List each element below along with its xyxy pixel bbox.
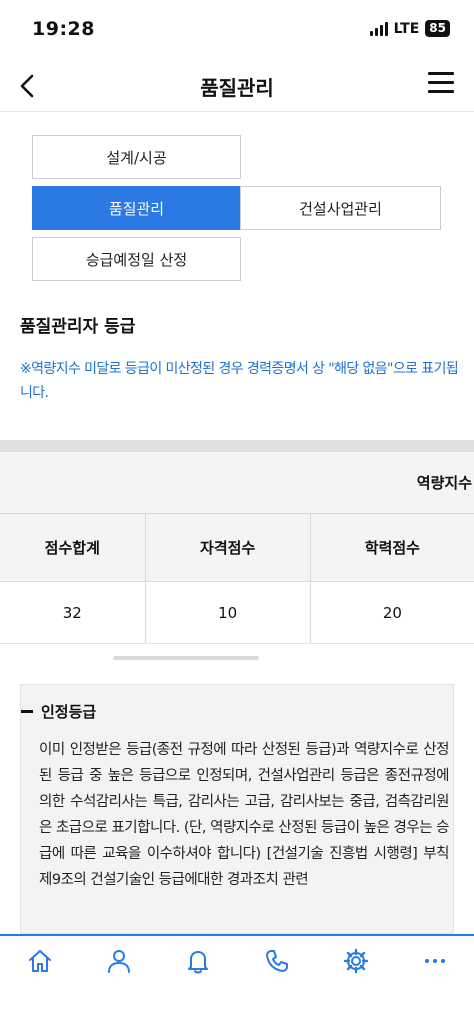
home-icon: [28, 950, 51, 972]
tab-construction-management[interactable]: 건설사업관리: [240, 186, 441, 230]
info-title: 인정등급: [41, 703, 97, 721]
status-bar: 19:28 LTE 85: [0, 0, 474, 60]
page-title: 품질관리: [200, 76, 274, 100]
home-indicator-area: [0, 986, 474, 1026]
gear-icon: [343, 948, 368, 974]
more-icon: [424, 959, 445, 963]
hamburger-menu-icon: [428, 72, 454, 75]
nav-notifications[interactable]: [158, 936, 237, 986]
phone-icon: [265, 950, 288, 972]
tab-label: 승급예정일 산정: [85, 250, 188, 269]
nav-more[interactable]: [395, 936, 474, 986]
group-header-label: 역량지수: [416, 474, 472, 492]
info-body: 이미 인정받은 등급(종전 규정에 따라 산정된 등급)과 역량지수로 산정된 …: [39, 742, 450, 888]
dash-icon: [21, 710, 33, 713]
column-header-education: 학력점수: [364, 539, 420, 557]
nav-home[interactable]: [0, 936, 79, 986]
column-header-total: 점수합계: [0, 514, 146, 581]
tab-label: 품질관리: [108, 199, 165, 218]
user-icon: [107, 950, 130, 973]
status-time: 19:28: [32, 18, 95, 40]
table-header-row: 점수합계 자격점수 학력점수: [0, 514, 474, 582]
info-box: 인정등급 이미 인정받은 등급(종전 규정에 따라 산정된 등급)과 역량지수로…: [20, 684, 454, 934]
nav-settings[interactable]: [316, 936, 395, 986]
network-label: LTE: [393, 20, 420, 37]
bottom-nav: [0, 934, 474, 986]
battery-icon: 85: [425, 20, 450, 37]
tab-quality-management[interactable]: 품질관리: [32, 186, 241, 230]
notice-text: ※역량지수 미달로 등급이 미산정된 경우 경력증명서 상 "해당 없음"으로 …: [20, 361, 459, 401]
tab-label: 건설사업관리: [299, 199, 382, 218]
app-header: 품질관리: [0, 60, 474, 112]
table-row: 32 10 20: [0, 582, 474, 644]
nav-call[interactable]: [237, 936, 316, 986]
cell-qualification: 10: [146, 582, 311, 643]
table-group-header: 역량지수: [0, 452, 474, 514]
column-header-qualification: 자격점수: [146, 514, 311, 581]
signal-icon: [369, 21, 388, 36]
section-title: 품질관리자 등급: [20, 317, 136, 337]
info-header: 인정등급: [21, 701, 96, 722]
status-indicators: LTE 85: [369, 20, 450, 37]
menu-button[interactable]: [428, 72, 458, 98]
bell-icon: [187, 951, 208, 974]
tab-design-construction[interactable]: 설계/시공: [32, 135, 241, 179]
cell-total: 32: [0, 582, 146, 643]
tab-label: 설계/시공: [106, 148, 167, 167]
cell-education: 20: [382, 603, 402, 622]
horizontal-scrollbar[interactable]: [113, 656, 259, 660]
nav-profile[interactable]: [79, 936, 158, 986]
divider: [0, 440, 474, 452]
tab-promotion-date[interactable]: 승급예정일 산정: [32, 237, 241, 281]
